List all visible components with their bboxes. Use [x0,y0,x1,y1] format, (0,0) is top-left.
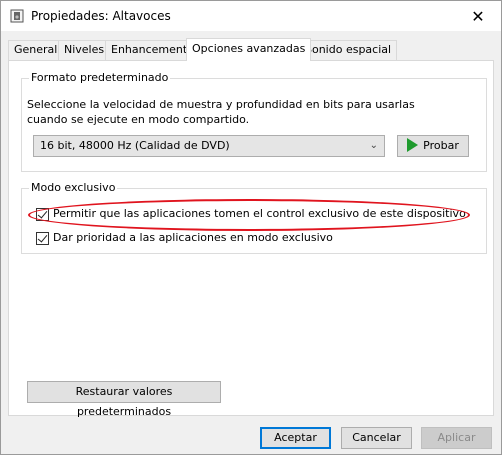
restore-defaults-button[interactable]: Restaurar valores predeterminados [27,381,221,418]
default-format-label: Formato predeterminado [29,71,171,84]
cancel-button[interactable]: Cancelar [341,427,412,449]
exclusive-priority-checkbox[interactable] [36,231,49,245]
tab-enhancements[interactable]: Enhancements [105,40,199,60]
close-icon: ✕ [471,6,485,26]
test-button-label: Probar [423,139,459,152]
tab-opciones-avanzadas[interactable]: Opciones avanzadas [186,38,312,61]
accept-button[interactable]: Aceptar [260,427,331,449]
test-button[interactable]: Probar [397,135,469,157]
play-icon [407,138,419,152]
chevron-down-icon: ⌄ [369,140,378,151]
speaker-icon [10,9,24,23]
tab-sonido-espacial[interactable]: Sonido espacial [299,40,398,60]
allow-exclusive-label: Permitir que las aplicaciones tomen el c… [53,207,466,220]
tab-niveles[interactable]: Niveles [58,40,111,60]
allow-exclusive-control-option[interactable]: Permitir que las aplicaciones tomen el c… [36,207,466,221]
format-description: Seleccione la velocidad de muestra y pro… [27,98,415,126]
format-select-value: 16 bit, 48000 Hz (Calidad de DVD) [40,139,230,152]
format-select[interactable]: 16 bit, 48000 Hz (Calidad de DVD) ⌄ [33,135,385,157]
tab-general[interactable]: General [8,40,64,60]
window-title: Propiedades: Altavoces [31,9,171,23]
exclusive-priority-label: Dar prioridad a las aplicaciones en modo… [53,231,333,244]
properties-dialog: Propiedades: Altavoces ✕ General Niveles… [0,0,502,455]
title-bar[interactable]: Propiedades: Altavoces ✕ [1,1,501,31]
exclusive-mode-label: Modo exclusivo [29,181,118,194]
apply-button[interactable]: Aplicar [421,427,492,449]
allow-exclusive-checkbox[interactable] [36,207,49,221]
close-button[interactable]: ✕ [455,1,501,31]
exclusive-priority-option[interactable]: Dar prioridad a las aplicaciones en modo… [36,231,333,245]
